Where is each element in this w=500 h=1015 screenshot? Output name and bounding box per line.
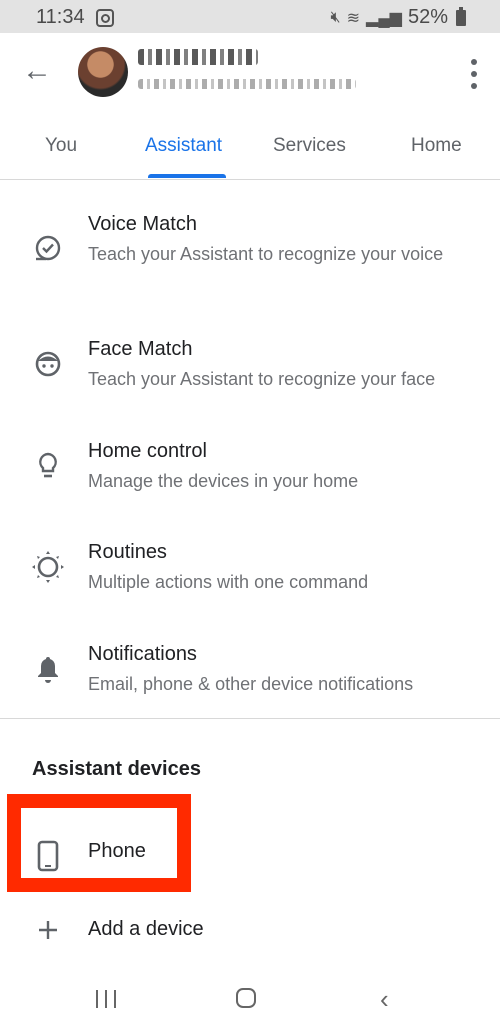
setting-notifications[interactable]: Notifications Email, phone & other devic… [0, 643, 500, 703]
setting-title: Home control [88, 440, 207, 462]
home-icon[interactable] [236, 988, 256, 1008]
back-nav-icon[interactable]: ‹ [380, 984, 389, 1015]
setting-title: Notifications [88, 643, 197, 665]
tab-home[interactable]: Home [411, 135, 462, 157]
tab-assistant[interactable]: Assistant [145, 135, 222, 157]
routines-icon [30, 549, 66, 585]
tab-you[interactable]: You [45, 135, 77, 157]
arrow-left-icon[interactable]: ← [22, 56, 54, 89]
instagram-icon [96, 9, 114, 27]
battery-percent: 52% [407, 6, 448, 28]
setting-title: Routines [88, 541, 167, 563]
recents-icon[interactable] [96, 990, 116, 1008]
signal-icon: ▂▄▆ [366, 9, 402, 27]
system-nav-bar: ‹ [0, 968, 500, 1015]
mute-icon: 🔇︎ [330, 8, 341, 26]
setting-routines[interactable]: Routines Multiple actions with one comma… [0, 541, 500, 601]
voice-match-icon [30, 231, 66, 267]
tab-services[interactable]: Services [273, 135, 346, 157]
section-divider [0, 718, 500, 719]
tab-bar: You Assistant Services Home [0, 115, 500, 180]
lightbulb-icon [30, 448, 66, 484]
plus-icon [30, 912, 66, 948]
add-device-button[interactable]: Add a device [0, 918, 500, 954]
setting-home-control[interactable]: Home control Manage the devices in your … [0, 440, 500, 500]
account-email-redacted [138, 79, 356, 89]
face-icon [30, 346, 66, 382]
battery-icon [456, 6, 466, 26]
setting-subtitle: Teach your Assistant to recognize your f… [88, 369, 436, 389]
app-header: ← [0, 33, 500, 115]
active-tab-indicator [148, 174, 226, 178]
setting-subtitle: Manage the devices in your home [88, 471, 359, 491]
setting-title: Voice Match [88, 213, 197, 235]
setting-face-match[interactable]: Face Match Teach your Assistant to recog… [0, 338, 500, 398]
account-name-redacted [138, 49, 258, 65]
setting-title: Face Match [88, 338, 193, 360]
status-icons: 🔇︎ ≋ ▂▄▆ 52% [331, 6, 466, 29]
status-time: 11:34 [36, 6, 85, 28]
highlight-annotation-box [7, 794, 191, 892]
wifi-icon: ≋ [346, 9, 361, 27]
setting-subtitle: Teach your Assistant to recognize your v… [88, 244, 444, 264]
more-vert-icon[interactable] [470, 59, 478, 89]
setting-subtitle: Email, phone & other device notification… [88, 674, 414, 694]
add-device-label: Add a device [88, 918, 204, 940]
avatar[interactable] [78, 47, 128, 97]
setting-voice-match[interactable]: Voice Match Teach your Assistant to reco… [0, 213, 500, 293]
status-bar: 11:34 🔇︎ ≋ ▂▄▆ 52% [0, 0, 500, 33]
bell-icon [30, 651, 66, 687]
assistant-devices-heading: Assistant devices [32, 758, 201, 780]
setting-subtitle: Multiple actions with one command [88, 572, 369, 592]
